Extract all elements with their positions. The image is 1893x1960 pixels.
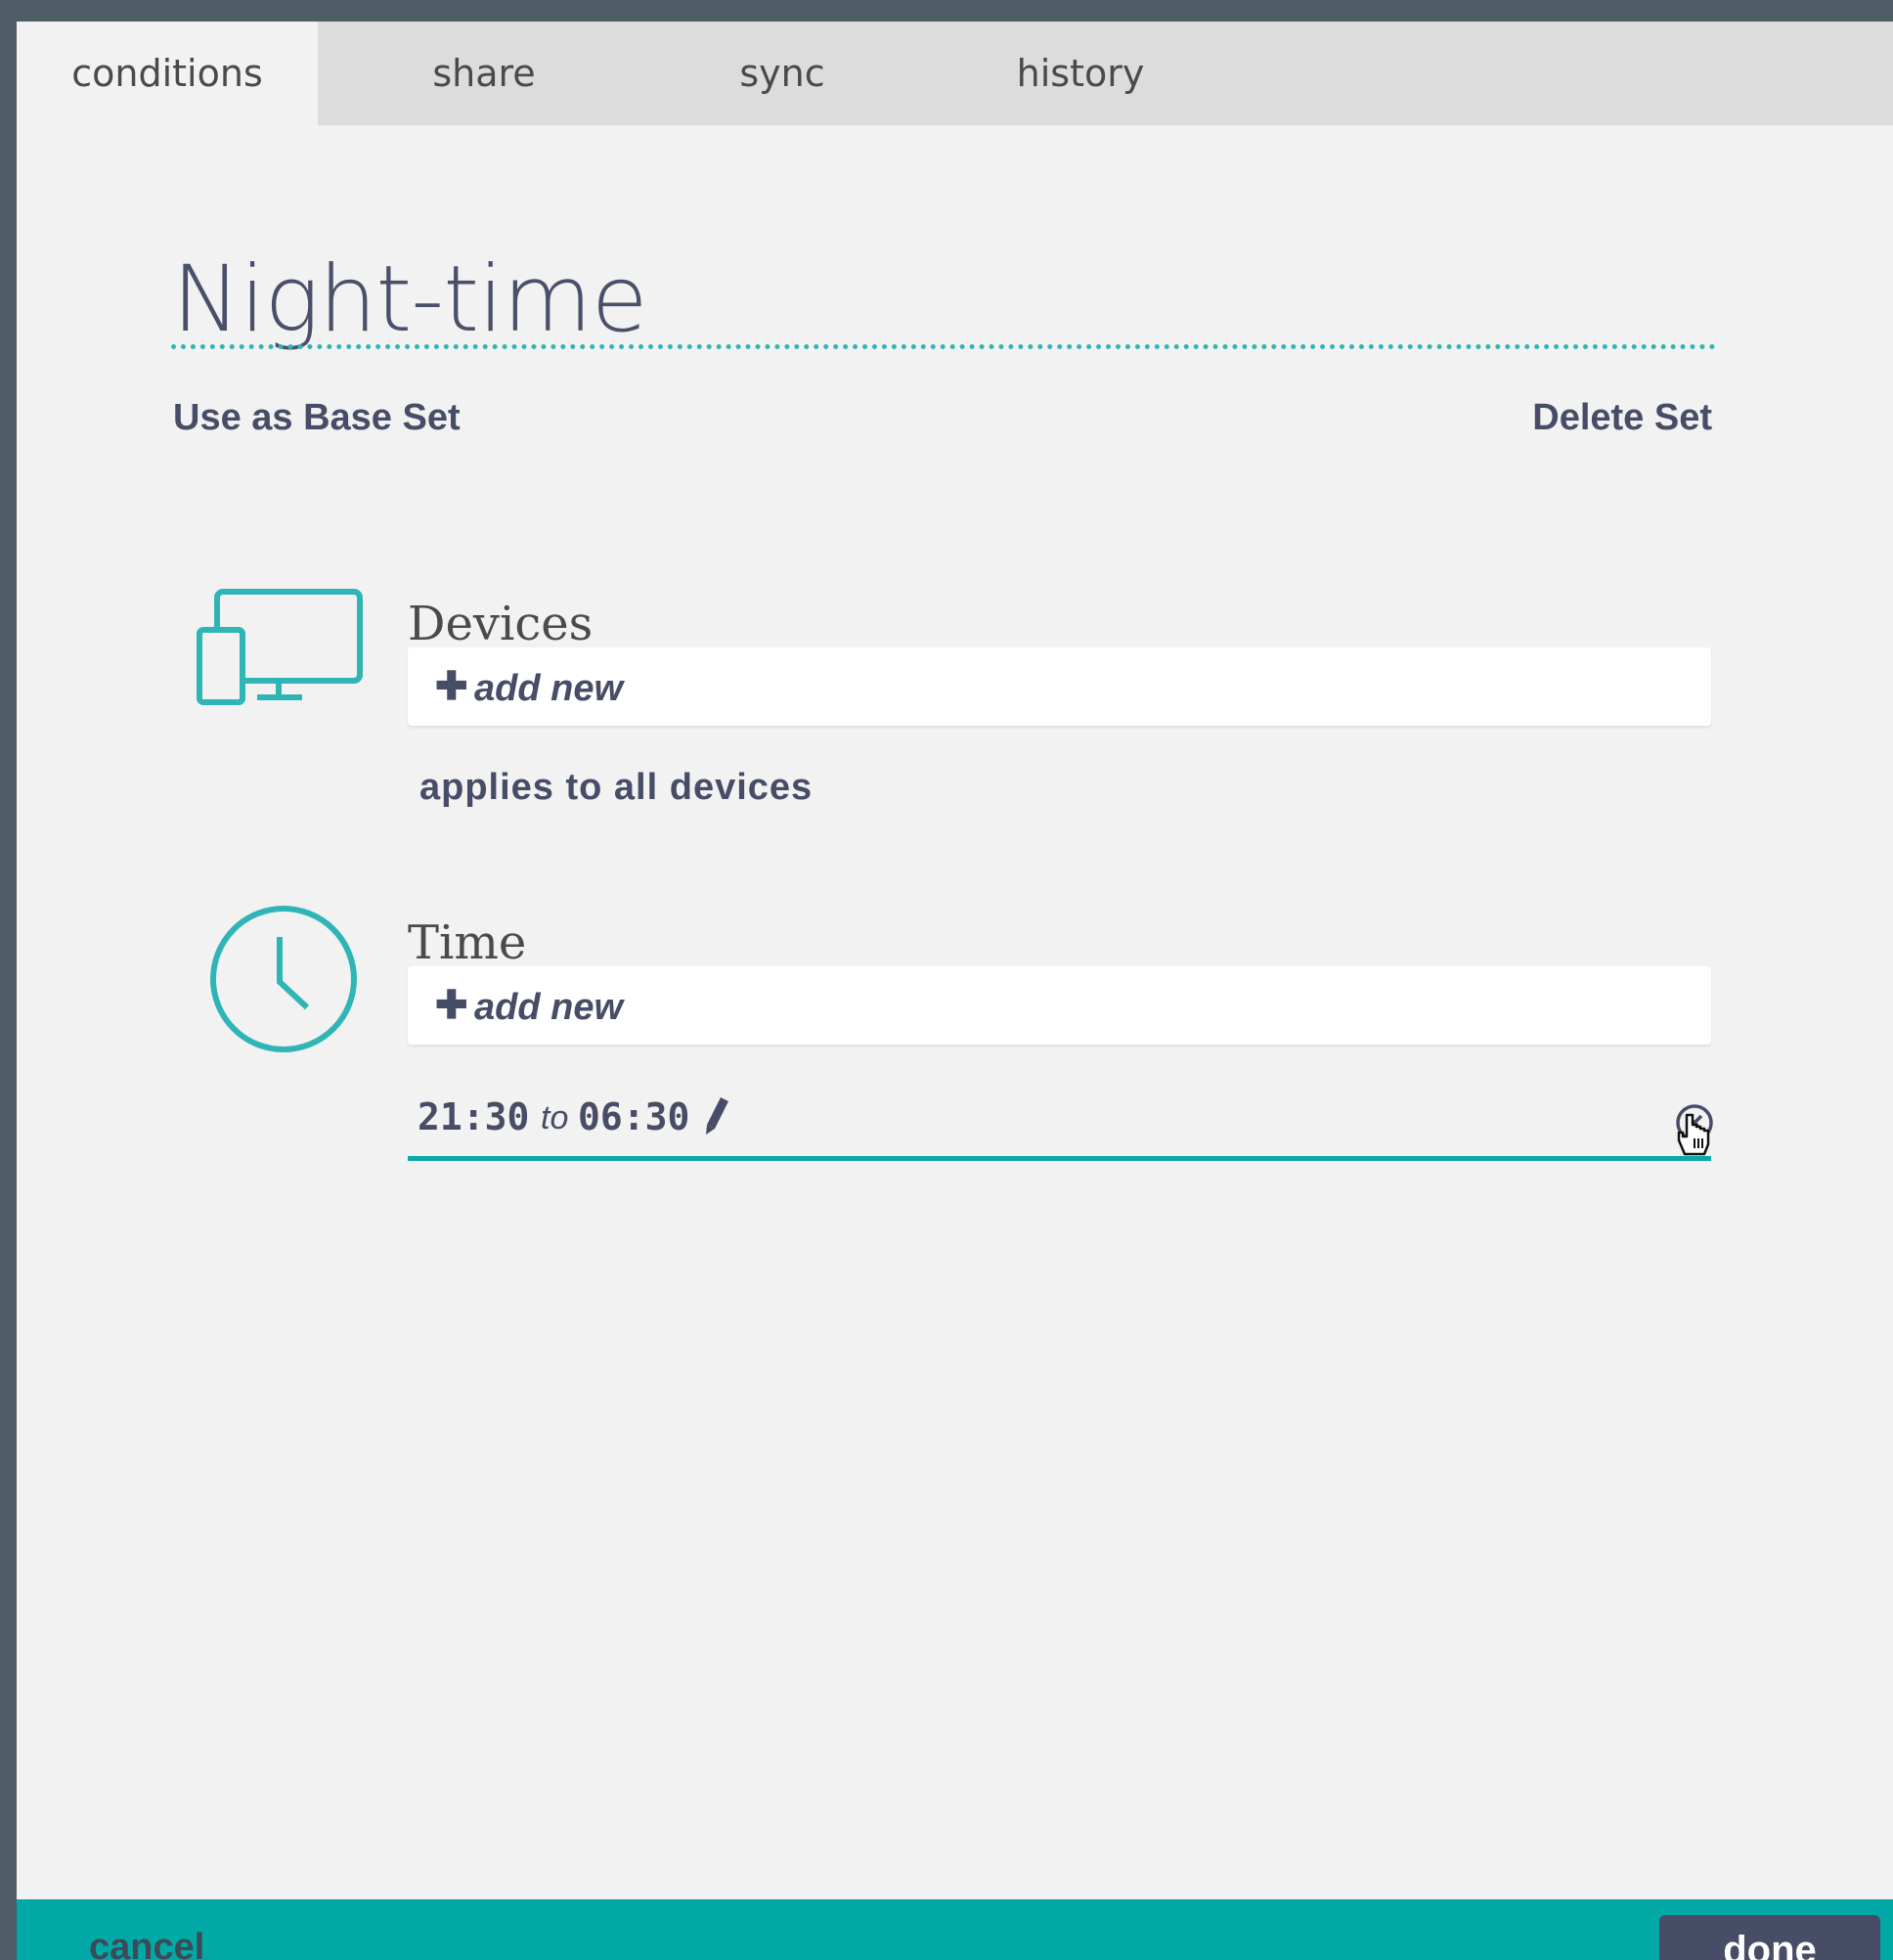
tab-conditions[interactable]: conditions	[17, 22, 318, 125]
plus-icon: ✚	[435, 665, 468, 708]
time-range-row[interactable]: 21:30 to 06:30	[408, 1093, 1713, 1161]
clock-icon	[208, 904, 359, 1059]
add-time-button[interactable]: ✚ add new	[408, 966, 1711, 1045]
tab-share[interactable]: share	[318, 22, 650, 125]
time-heading: Time	[408, 915, 527, 970]
delete-set-link[interactable]: Delete Set	[1532, 397, 1712, 439]
set-name-underline	[171, 344, 1716, 349]
plus-icon: ✚	[435, 984, 468, 1027]
set-name-input[interactable]: Night-time	[172, 246, 648, 353]
done-button[interactable]: done	[1659, 1915, 1880, 1960]
time-end: 06:30	[578, 1095, 690, 1138]
conditions-panel: conditions share sync history Night-time…	[17, 22, 1893, 1960]
footer-bar: cancel done	[17, 1899, 1893, 1960]
time-separator: to	[541, 1099, 569, 1136]
devices-heading: Devices	[408, 597, 594, 651]
pencil-icon[interactable]	[703, 1093, 732, 1141]
tab-bar: conditions share sync history	[17, 22, 1893, 125]
add-device-button[interactable]: ✚ add new	[408, 647, 1711, 726]
hand-cursor-icon	[1675, 1111, 1714, 1165]
tab-history[interactable]: history	[914, 22, 1247, 125]
time-start: 21:30	[418, 1095, 530, 1138]
cancel-button[interactable]: cancel	[89, 1927, 204, 1960]
done-label: done	[1723, 1929, 1817, 1960]
devices-note: applies to all devices	[419, 767, 814, 808]
add-device-label: add new	[474, 668, 624, 709]
devices-icon	[197, 589, 363, 711]
tab-sync[interactable]: sync	[650, 22, 914, 125]
add-time-label: add new	[474, 987, 624, 1028]
use-as-base-set-link[interactable]: Use as Base Set	[173, 397, 461, 439]
